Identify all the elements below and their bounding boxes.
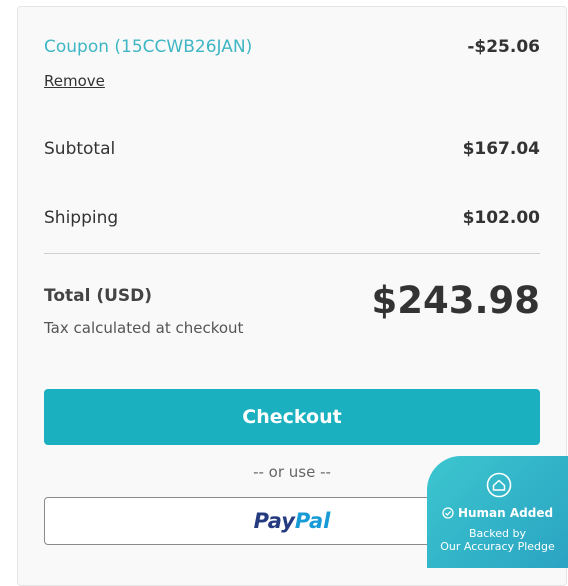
shipping-value: $102.00 xyxy=(462,208,540,228)
shipping-row: Shipping $102.00 xyxy=(44,208,540,228)
subtotal-value: $167.04 xyxy=(462,139,540,159)
accuracy-pledge-badge[interactable]: Human Added Backed by Our Accuracy Pledg… xyxy=(427,456,568,568)
shipping-label: Shipping xyxy=(44,208,119,228)
coupon-label: Coupon (15CCWB26JAN) xyxy=(44,37,253,57)
tax-note: Tax calculated at checkout xyxy=(44,319,244,337)
subtotal-row: Subtotal $167.04 xyxy=(44,139,540,159)
house-shield-icon xyxy=(486,472,512,498)
remove-coupon-link[interactable]: Remove xyxy=(44,72,105,90)
total-label: Total (USD) xyxy=(44,286,153,306)
badge-line-1: Backed by xyxy=(468,527,527,540)
checkout-button-label: Checkout xyxy=(242,406,342,428)
coupon-row: Coupon (15CCWB26JAN) -$25.06 xyxy=(44,37,540,57)
divider xyxy=(44,253,540,254)
paypal-logo-pal: Pal xyxy=(294,509,331,533)
badge-subtitle: Backed by Our Accuracy Pledge xyxy=(427,527,568,553)
total-amount: $243.98 xyxy=(371,279,540,322)
coupon-amount: -$25.06 xyxy=(467,37,540,57)
badge-title-row: Human Added xyxy=(427,506,568,520)
badge-line-2: Our Accuracy Pledge xyxy=(440,540,555,553)
subtotal-label: Subtotal xyxy=(44,139,116,159)
paypal-logo-pay: Pay xyxy=(253,509,295,533)
check-circle-icon xyxy=(442,507,454,519)
checkout-button[interactable]: Checkout xyxy=(44,389,540,445)
badge-title: Human Added xyxy=(457,506,554,520)
